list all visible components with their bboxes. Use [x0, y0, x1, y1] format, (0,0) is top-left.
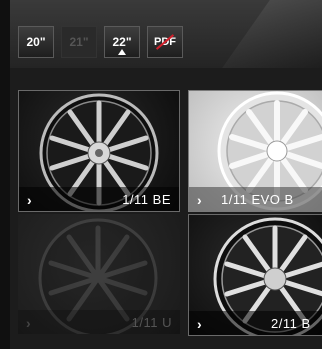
wheel-tile-1-11-u[interactable]: › 1/11 U — [18, 214, 180, 334]
tile-caption: › 1/11 U — [18, 310, 180, 334]
left-edge-strip — [0, 0, 10, 349]
size-20-button[interactable]: 20" — [18, 26, 54, 58]
size-22-label: 22" — [112, 35, 132, 49]
tile-caption: › 1/11 EVO B — [189, 187, 322, 211]
size-21-label: 21" — [69, 35, 89, 49]
chevron-right-icon: › — [27, 192, 32, 208]
wheel-tile-2-11-b[interactable]: › 2/11 B — [188, 214, 322, 336]
wheel-name: 1/11 BE — [122, 192, 171, 207]
wheel-name: 1/11 EVO B — [221, 192, 294, 207]
size-22-button[interactable]: 22" — [104, 26, 140, 58]
wheel-name: 1/11 U — [131, 315, 172, 330]
size-21-button[interactable]: 21" — [61, 26, 97, 58]
wheel-tile-1-11-evo-b[interactable]: › 1/11 EVO B — [188, 90, 322, 212]
chevron-right-icon: › — [197, 192, 202, 208]
wheel-tile-1-11-be[interactable]: › 1/11 BE — [18, 90, 180, 212]
tile-caption: › 2/11 B — [189, 311, 322, 335]
tile-caption: › 1/11 BE — [19, 187, 179, 211]
toolbar: 20" 21" 22" PDF — [10, 0, 322, 68]
size-20-label: 20" — [26, 35, 46, 49]
wheel-name: 2/11 B — [271, 316, 311, 331]
pdf-button[interactable]: PDF — [147, 26, 183, 58]
selected-indicator-icon — [118, 49, 126, 55]
chevron-right-icon: › — [26, 315, 31, 331]
chevron-right-icon: › — [197, 316, 202, 332]
